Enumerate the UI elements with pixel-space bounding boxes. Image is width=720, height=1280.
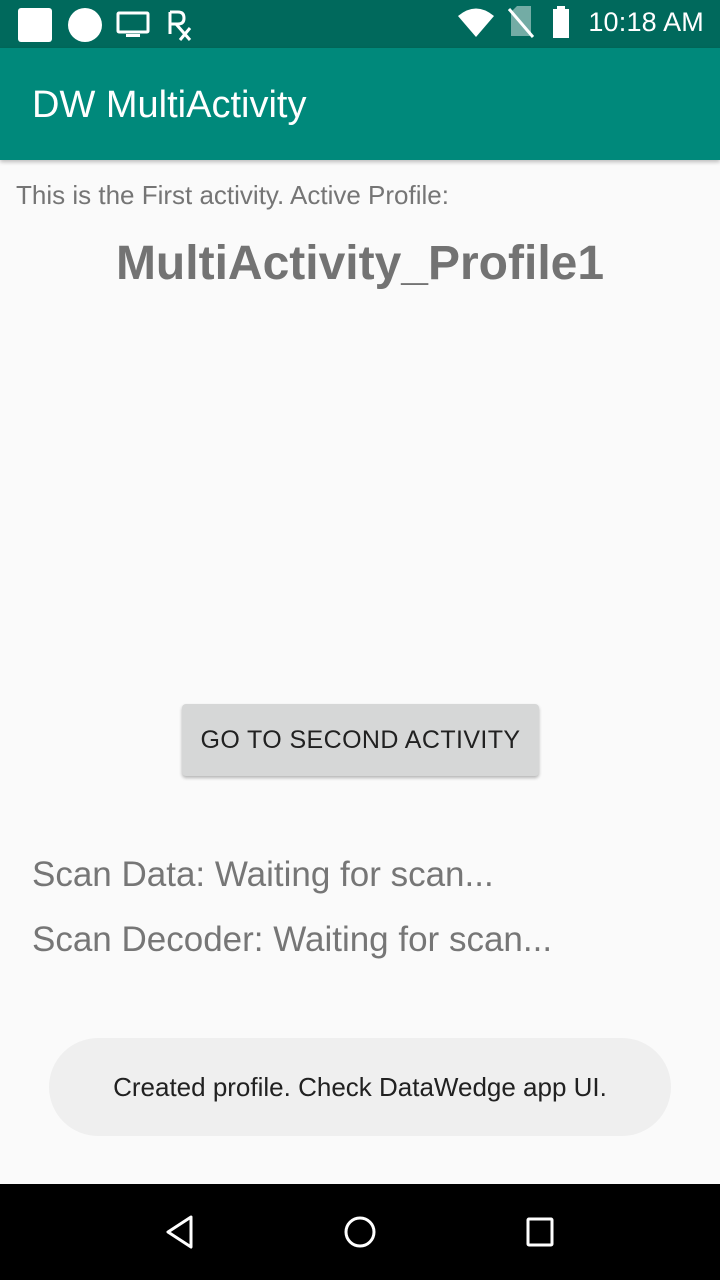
app-square-icon [18, 8, 52, 42]
status-bar: 10:18 AM [0, 0, 720, 48]
wifi-icon [458, 8, 495, 37]
rx-icon [168, 10, 192, 41]
back-icon[interactable] [163, 1214, 197, 1250]
app-title: DW MultiActivity [32, 84, 307, 126]
status-time: 10:18 AM [588, 6, 704, 37]
battery-icon [553, 6, 570, 38]
home-icon[interactable] [342, 1214, 378, 1250]
scan-data-text: Scan Data: Waiting for scan... [32, 855, 494, 894]
cast-screen-icon [116, 11, 150, 37]
intro-text: This is the First activity. Active Profi… [16, 180, 449, 210]
go-to-second-activity-button[interactable]: GO TO SECOND ACTIVITY [182, 704, 539, 776]
app-bar: DW MultiActivity [0, 48, 720, 160]
navigation-bar [0, 1184, 720, 1280]
scan-decoder-text: Scan Decoder: Waiting for scan... [32, 920, 553, 959]
recents-icon[interactable] [524, 1214, 556, 1250]
active-profile-name: MultiActivity_Profile1 [115, 237, 605, 290]
app-circle-icon [68, 8, 102, 42]
no-sim-icon [508, 6, 535, 38]
toast-message: Created profile. Check DataWedge app UI. [49, 1038, 671, 1136]
